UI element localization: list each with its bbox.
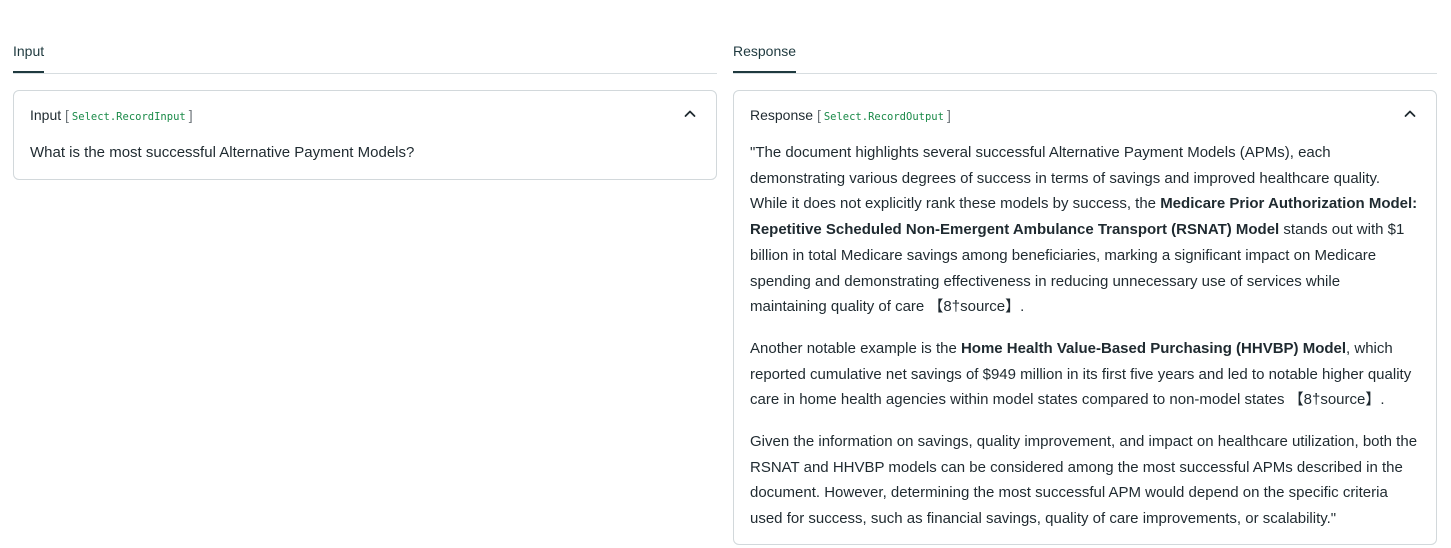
response-text: "The document highlights several success…	[750, 140, 1420, 548]
p2-text-a: Another notable example is the	[750, 339, 961, 357]
response-paragraph-2: Another notable example is the Home Heal…	[750, 336, 1420, 413]
input-card-title: Input	[30, 107, 62, 123]
record-input-selector: Select.RecordInput	[71, 111, 186, 123]
response-tab-bar: Response	[733, 0, 1437, 74]
input-card-header: Input [Select.RecordInput]	[30, 107, 193, 123]
input-card: Input [Select.RecordInput] What is the m…	[13, 90, 717, 180]
response-card-title: Response	[750, 107, 814, 123]
response-card-header: Response [Select.RecordOutput]	[750, 107, 951, 123]
p2-bold-model: Home Health Value-Based Purchasing (HHVB…	[960, 339, 1347, 357]
input-question: What is the most successful Alternative …	[30, 144, 415, 161]
response-paragraph-3: Given the information on savings, qualit…	[750, 433, 1418, 528]
bracket-close: ]	[188, 107, 193, 123]
tab-input[interactable]: Input	[13, 43, 45, 73]
response-paragraph-1: "The document highlights several success…	[750, 140, 1420, 320]
response-card: Response [Select.RecordOutput] "The docu…	[733, 90, 1437, 545]
bracket-open: [	[816, 107, 821, 123]
chevron-up-icon[interactable]	[683, 107, 697, 121]
chevron-up-icon[interactable]	[1403, 107, 1417, 121]
input-panel: Input Input [Select.RecordInput] What is…	[13, 0, 717, 180]
bracket-close: ]	[946, 107, 951, 123]
record-output-selector: Select.RecordOutput	[823, 111, 944, 123]
tab-response[interactable]: Response	[733, 43, 797, 73]
bracket-open: [	[65, 107, 69, 123]
response-panel: Response Response [Select.RecordOutput] …	[733, 0, 1437, 545]
input-text: What is the most successful Alternative …	[30, 140, 700, 182]
input-tab-bar: Input	[13, 0, 717, 74]
